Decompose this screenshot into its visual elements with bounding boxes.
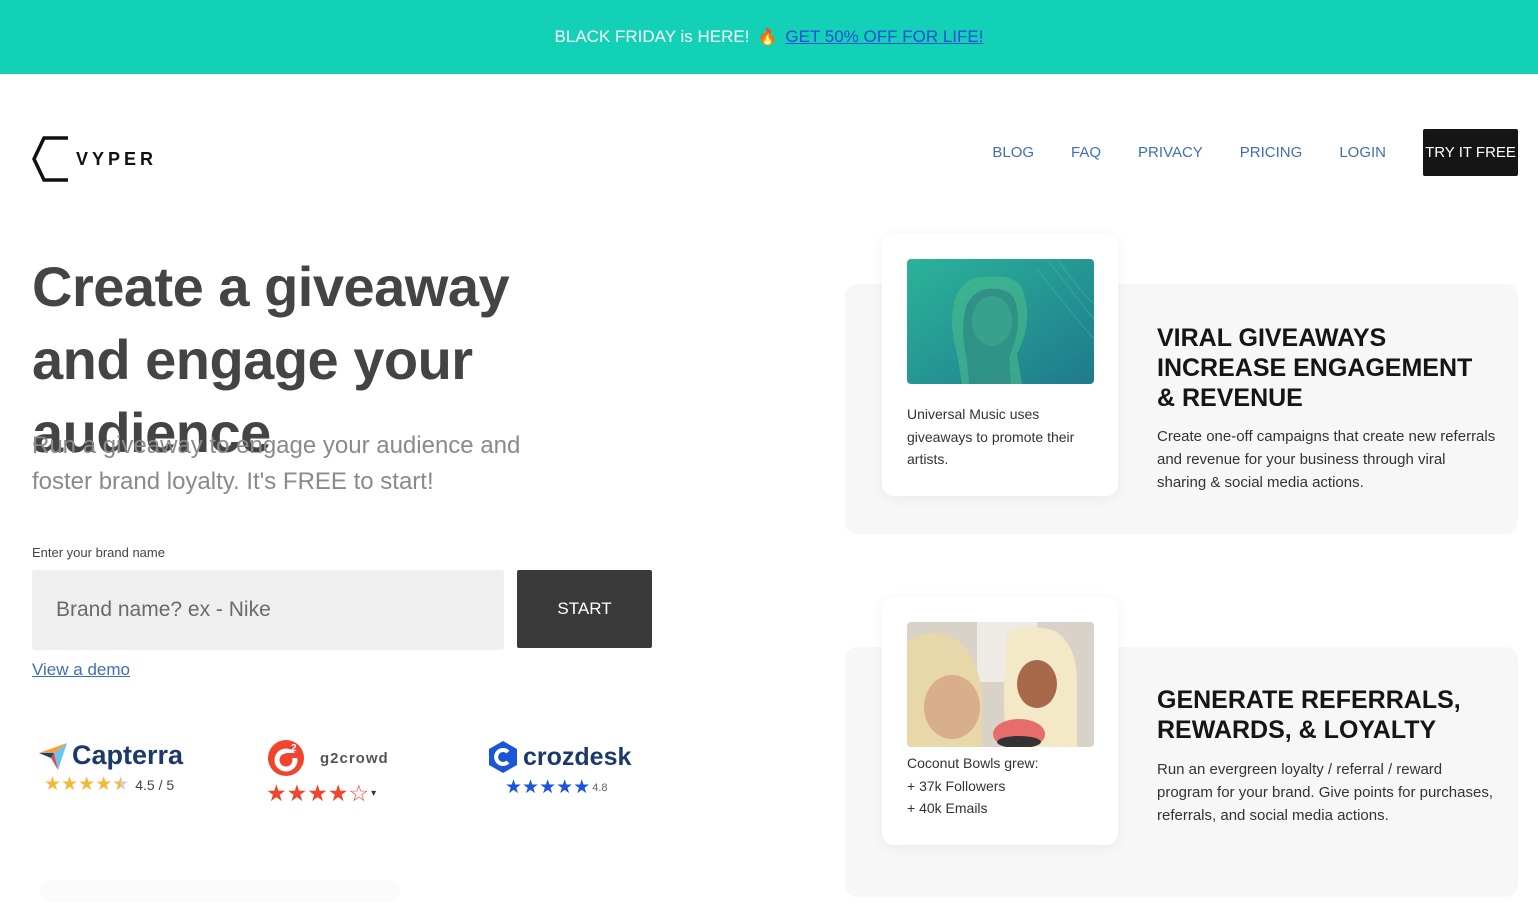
star-icon: ★ (522, 777, 540, 798)
capterra-rating: 4.5 / 5 (135, 776, 175, 793)
view-demo-link[interactable]: View a demo (32, 660, 130, 680)
crozdesk-rating: 4.8 (592, 781, 608, 794)
logo-text: VYPER (76, 148, 158, 169)
case-study-text: Coconut Bowls grew: + 37k Followers + 40… (907, 752, 1097, 820)
half-star-icon: ★ (112, 774, 130, 795)
try-it-free-button[interactable]: TRY IT FREE (1423, 129, 1518, 176)
case-study-card-coconut-bowls: Coconut Bowls grew: + 37k Followers + 40… (882, 597, 1118, 845)
g2crowd-badge[interactable]: 2 g2crowd ★ ★ ★ ★ ☆ ▾ (266, 738, 389, 805)
star-icon: ★ (61, 774, 79, 795)
g2-logo-icon: 2 (268, 740, 304, 776)
star-icon: ★ (95, 774, 113, 795)
capterra-badge[interactable]: Capterra ★ ★ ★ ★ ★ 4.5 / 5 (38, 740, 183, 794)
brand-name-input[interactable] (32, 570, 504, 650)
nav-faq[interactable]: FAQ (1071, 129, 1101, 176)
star-icon: ★ (505, 777, 523, 798)
star-icon: ★ (307, 780, 328, 806)
capterra-logo-icon (39, 742, 67, 770)
star-icon: ★ (327, 780, 349, 806)
star-icon: ★ (78, 774, 96, 795)
nav-privacy[interactable]: PRIVACY (1138, 129, 1203, 176)
fire-icon: 🔥 (757, 29, 778, 46)
promo-banner: BLACK FRIDAY is HERE! 🔥 GET 50% OFF FOR … (0, 0, 1538, 74)
banner-offer-link[interactable]: GET 50% OFF FOR LIFE! (785, 27, 983, 47)
g2crowd-name: g2crowd (320, 749, 389, 767)
case-study-text: Universal Music uses giveaways to promot… (907, 406, 1075, 467)
case-study-line: + 40k Emails (907, 800, 988, 816)
start-button[interactable]: START (517, 570, 652, 648)
bottom-shadow (40, 880, 400, 902)
brand-input-label: Enter your brand name (32, 545, 165, 560)
chevron-down-icon: ▾ (371, 788, 377, 799)
star-icon: ★ (539, 777, 557, 798)
crozdesk-name: crozdesk (523, 742, 632, 771)
star-icon: ★ (266, 780, 287, 806)
coconut-bowls-photo (907, 622, 1094, 747)
artist-portrait-graphic (907, 259, 1094, 384)
case-study-card-universal: Universal Music uses giveaways to promot… (882, 234, 1118, 496)
svg-text:2: 2 (291, 743, 297, 754)
vyper-logo[interactable]: VYPER (32, 136, 157, 182)
star-icon: ★ (573, 777, 591, 798)
capterra-name: Capterra (72, 740, 184, 770)
main-nav: BLOG FAQ PRIVACY PRICING LOGIN TRY IT FR… (992, 129, 1518, 176)
capterra-stars: ★ ★ ★ ★ ★ 4.5 / 5 (44, 775, 183, 794)
half-star-icon: ☆ (348, 780, 370, 806)
star-icon: ★ (556, 777, 574, 798)
feature-title-giveaways: VIRAL GIVEAWAYS INCREASE ENGAGEMENT & RE… (1157, 324, 1473, 412)
crozdesk-stars: ★ ★ ★ ★ ★ 4.8 (505, 778, 631, 797)
feature-description-referrals: Run an evergreen loyalty / referral / re… (1157, 761, 1493, 824)
star-icon: ★ (286, 780, 308, 806)
g2-stars: ★ ★ ★ ★ ☆ ▾ (266, 782, 389, 805)
logo-hexagon-icon (32, 136, 68, 182)
star-icon: ★ (44, 774, 62, 795)
crozdesk-badge[interactable]: crozdesk ★ ★ ★ ★ ★ 4.8 (487, 740, 631, 797)
coconut-bowls-graphic (907, 622, 1094, 747)
nav-login[interactable]: LOGIN (1339, 129, 1386, 176)
case-study-line: + 37k Followers (907, 777, 1006, 794)
nav-blog[interactable]: BLOG (992, 129, 1034, 176)
banner-text: BLACK FRIDAY is HERE! (554, 27, 750, 46)
feature-title-referrals: GENERATE REFERRALS, REWARDS, & LOYALTY (1157, 686, 1461, 744)
feature-description-giveaways: Create one-off campaigns that create new… (1157, 428, 1496, 491)
artist-portrait-image (907, 259, 1094, 384)
hero-subtitle: Run a giveaway to engage your audience a… (32, 432, 521, 495)
case-study-line: Coconut Bowls grew: (907, 755, 1039, 771)
crozdesk-logo-icon (489, 741, 517, 773)
nav-pricing[interactable]: PRICING (1240, 129, 1303, 176)
